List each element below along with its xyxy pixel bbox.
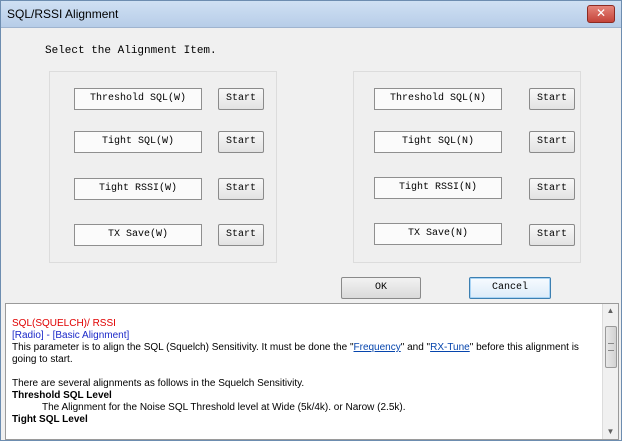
threshold-sql-level-text: The Alignment for the Noise SQL Threshol… [42, 402, 406, 413]
help-text-segment: " and " [400, 342, 431, 353]
help-pane[interactable]: SQL(SQUELCH)/ RSSI [Radio] - [Basic Alig… [5, 303, 619, 440]
help-breadcrumb: [Radio] - [Basic Alignment] [12, 330, 130, 341]
help-scrollbar[interactable]: ▲ ▼ [602, 304, 618, 439]
threshold-sql-n-label: Threshold SQL(N) [374, 88, 502, 110]
title-bar[interactable]: SQL/RSSI Alignment ✕ [1, 1, 621, 28]
start-tx-save-n-button[interactable]: Start [529, 224, 575, 246]
ok-button[interactable]: OK [341, 277, 421, 299]
window-title: SQL/RSSI Alignment [7, 7, 119, 21]
rx-tune-link[interactable]: RX-Tune [430, 342, 470, 353]
tight-rssi-n-label: Tight RSSI(N) [374, 177, 502, 199]
instruction-text: Select the Alignment Item. [45, 45, 217, 57]
narrow-alignment-group: Threshold SQL(N) Start Tight SQL(N) Star… [353, 71, 581, 263]
close-button[interactable]: ✕ [587, 5, 615, 23]
start-tight-rssi-w-button[interactable]: Start [218, 178, 264, 200]
help-content: SQL(SQUELCH)/ RSSI [Radio] - [Basic Alig… [12, 318, 600, 426]
scroll-thumb[interactable] [605, 326, 617, 368]
help-paragraph: This parameter is to align the SQL (Sque… [12, 342, 600, 366]
start-threshold-sql-w-button[interactable]: Start [218, 88, 264, 110]
start-tight-rssi-n-button[interactable]: Start [529, 178, 575, 200]
cancel-button[interactable]: Cancel [469, 277, 551, 299]
threshold-sql-level-title: Threshold SQL Level [12, 390, 112, 401]
help-paragraph-2: There are several alignments as follows … [12, 378, 305, 389]
tight-sql-w-label: Tight SQL(W) [74, 131, 202, 153]
tight-sql-n-label: Tight SQL(N) [374, 131, 502, 153]
help-text-segment: This parameter is to align the SQL (Sque… [12, 342, 354, 353]
start-tx-save-w-button[interactable]: Start [218, 224, 264, 246]
start-tight-sql-n-button[interactable]: Start [529, 131, 575, 153]
wide-alignment-group: Threshold SQL(W) Start Tight SQL(W) Star… [49, 71, 277, 263]
frequency-link[interactable]: Frequency [354, 342, 401, 353]
threshold-sql-w-label: Threshold SQL(W) [74, 88, 202, 110]
help-spacer [12, 366, 600, 378]
tx-save-w-label: TX Save(W) [74, 224, 202, 246]
start-threshold-sql-n-button[interactable]: Start [529, 88, 575, 110]
alignment-dialog: SQL/RSSI Alignment ✕ Select the Alignmen… [0, 0, 622, 441]
tx-save-n-label: TX Save(N) [374, 223, 502, 245]
dialog-body: Select the Alignment Item. Threshold SQL… [9, 33, 611, 299]
scroll-up-icon[interactable]: ▲ [603, 304, 618, 318]
scroll-down-icon[interactable]: ▼ [603, 425, 618, 439]
help-heading: SQL(SQUELCH)/ RSSI [12, 318, 116, 329]
grip-icon [608, 343, 614, 351]
start-tight-sql-w-button[interactable]: Start [218, 131, 264, 153]
tight-sql-level-title: Tight SQL Level [12, 414, 88, 425]
tight-rssi-w-label: Tight RSSI(W) [74, 178, 202, 200]
